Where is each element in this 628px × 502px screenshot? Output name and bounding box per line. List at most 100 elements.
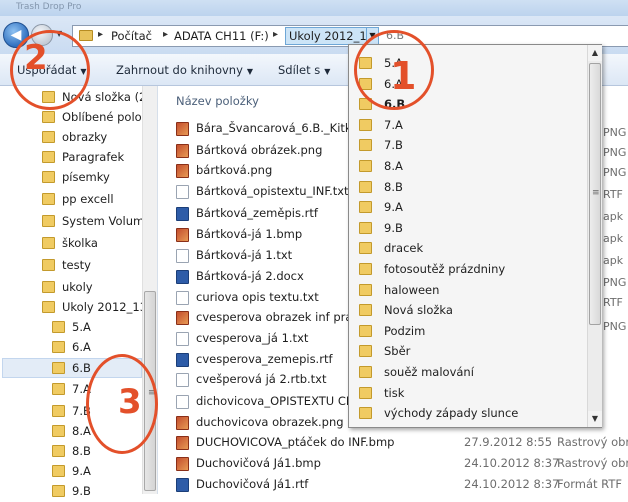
dropdown-item-label: Nová složka — [384, 303, 453, 318]
dropdown-item-label: 9.B — [384, 220, 403, 235]
nav-item[interactable]: ukoly — [42, 278, 142, 298]
file-name: bártková.png — [196, 163, 273, 177]
folder-icon — [359, 386, 372, 399]
file-row[interactable]: DUCHOVICOVA_ptáček do INF.bmp 27.9.2012 8… — [176, 433, 628, 453]
dropdown-item-label: tisk — [384, 385, 405, 400]
file-name: cvesperova_zemepis.rtf — [196, 352, 333, 366]
text-icon — [176, 395, 189, 409]
dropdown-folder-item[interactable]: 8.A — [349, 156, 587, 176]
nav-item-label: 9.A — [72, 464, 91, 478]
folder-icon — [52, 445, 65, 457]
dropdown-item-label: 7.B — [384, 138, 403, 153]
file-name: Duchovičová Já1.bmp — [196, 456, 321, 470]
file-name: Bártková-já 2.docx — [196, 269, 304, 283]
dropdown-folder-item[interactable]: 7.A — [349, 115, 587, 135]
nav-item[interactable]: písemky — [42, 168, 142, 188]
nav-item-label: Oblíbené polož — [62, 110, 148, 124]
image-icon — [176, 164, 189, 178]
dropdown-folder-item[interactable]: fotosoutěž prázdniny — [349, 259, 587, 279]
nav-item[interactable]: 5.A — [52, 318, 142, 338]
folder-icon — [52, 405, 65, 417]
folder-icon — [52, 383, 65, 395]
folder-icon — [42, 131, 55, 143]
dropdown-folder-item[interactable]: Nová složka — [349, 300, 587, 320]
nav-item[interactable]: pp excell — [42, 190, 142, 210]
dropdown-folder-item[interactable]: tisk — [349, 383, 587, 403]
file-date: 24.10.2012 8:37 — [464, 477, 560, 491]
file-type-fragment: apk — [603, 254, 624, 267]
dropdown-folder-item[interactable]: 9.B — [349, 218, 587, 238]
file-row[interactable]: Duchovičová Já1.rtf 24.10.2012 8:37 Formát… — [176, 475, 628, 495]
folder-icon — [359, 160, 372, 172]
nav-item[interactable]: Ukoly 2012_13 — [42, 298, 147, 318]
annotation-number-1: 1 — [390, 54, 417, 98]
file-type: Rastrový obrá — [557, 456, 628, 470]
file-name: Bártková_opistextu_INF.txt — [196, 184, 349, 198]
nav-item-label: System Volume — [62, 214, 152, 228]
file-name: cvešperová já 2.rtb.txt — [196, 372, 327, 386]
text-icon — [176, 291, 189, 305]
folder-icon — [42, 215, 55, 227]
folder-icon — [359, 139, 372, 152]
folder-icon — [359, 221, 372, 234]
nav-item[interactable]: školka — [42, 234, 142, 254]
nav-item[interactable]: 9.B — [52, 482, 142, 502]
file-name: curiova opis textu.txt — [196, 290, 319, 304]
file-row[interactable]: Duchovičová Já1.bmp 24.10.2012 8:37 Rastro… — [176, 454, 628, 474]
chevron-down-icon: ▼ — [246, 67, 254, 76]
file-name: cvesperova obrazek inf prace — [196, 310, 366, 324]
dropdown-item-label: souěž malování — [384, 365, 474, 379]
nav-item-label: 6.B — [72, 361, 91, 375]
image-icon — [176, 416, 189, 430]
dropdown-scroll-thumb[interactable]: ≡ — [589, 63, 601, 325]
dropdown-folder-item[interactable]: dracek — [349, 238, 587, 258]
crumb-drive[interactable]: ADATA CH11 (F:) — [174, 29, 269, 43]
file-name: dichovicova_OPISTEXTU CIZ — [196, 394, 358, 408]
dropdown-folder-item[interactable]: 9.A — [349, 197, 587, 217]
dropdown-folder-item[interactable]: Podzim — [349, 321, 587, 341]
image-icon — [176, 311, 189, 325]
dropdown-folder-item[interactable]: 7.B — [349, 135, 587, 155]
image-icon — [176, 228, 189, 242]
nav-item-label: školka — [62, 236, 98, 250]
crumb-separator-icon[interactable]: ▸ — [273, 29, 278, 40]
dropdown-folder-item[interactable]: haloween — [349, 280, 587, 300]
dropdown-item-label: 8.B — [384, 179, 403, 194]
folder-icon — [42, 171, 55, 183]
dropdown-folder-item[interactable]: východy západy slunce — [349, 403, 587, 423]
include-in-library-button[interactable]: Zahrnout do knihovny ▼ — [116, 63, 253, 77]
nav-item[interactable]: 9.A — [52, 462, 142, 482]
folder-icon — [359, 242, 372, 255]
nav-item[interactable]: System Volume — [42, 212, 151, 232]
folder-icon — [52, 362, 65, 374]
folder-icon — [42, 237, 55, 249]
file-type-fragment: apk — [603, 210, 624, 223]
crumb-computer[interactable]: Počítač — [111, 29, 152, 43]
nav-item-label: 8.A — [72, 424, 91, 438]
column-header-name[interactable]: Název položky — [176, 94, 259, 108]
crumb-separator-icon[interactable]: ▸ — [98, 29, 103, 40]
back-arrow-icon: ◀ — [10, 27, 22, 43]
nav-item[interactable]: Oblíbené polož — [42, 108, 148, 128]
dropdown-item-label: 8.A — [384, 159, 403, 173]
window-title: Trash Drop Pro — [16, 2, 82, 12]
dropdown-scrollbar[interactable]: ▲ ≡ ▼ — [587, 45, 602, 427]
nav-item[interactable]: Paragrafek — [42, 148, 142, 168]
crumb-separator-icon[interactable]: ▸ — [163, 29, 168, 40]
share-label: Sdílet s — [278, 63, 321, 77]
file-name: Bártková-já 1.txt — [196, 248, 293, 262]
nav-item[interactable]: obrazky — [42, 128, 142, 148]
scroll-up-icon[interactable]: ▲ — [588, 45, 602, 61]
file-type: Rastrový obrá — [557, 435, 628, 449]
file-name: Bártková_zeměpis.rtf — [196, 206, 318, 220]
folder-icon — [359, 118, 372, 131]
nav-item[interactable]: testy — [42, 256, 142, 276]
share-button[interactable]: Sdílet s ▼ — [278, 63, 330, 77]
dropdown-folder-item[interactable]: 8.B — [349, 177, 587, 197]
nav-item-label: pp excell — [62, 192, 114, 206]
dropdown-folder-item[interactable]: souěž malování — [349, 362, 587, 382]
file-name: cvesperova_já 1.txt — [196, 331, 309, 345]
dropdown-folder-item[interactable]: Sběr — [349, 341, 587, 361]
scroll-down-icon[interactable]: ▼ — [588, 411, 602, 427]
file-type-fragment: RTF — [603, 188, 623, 201]
